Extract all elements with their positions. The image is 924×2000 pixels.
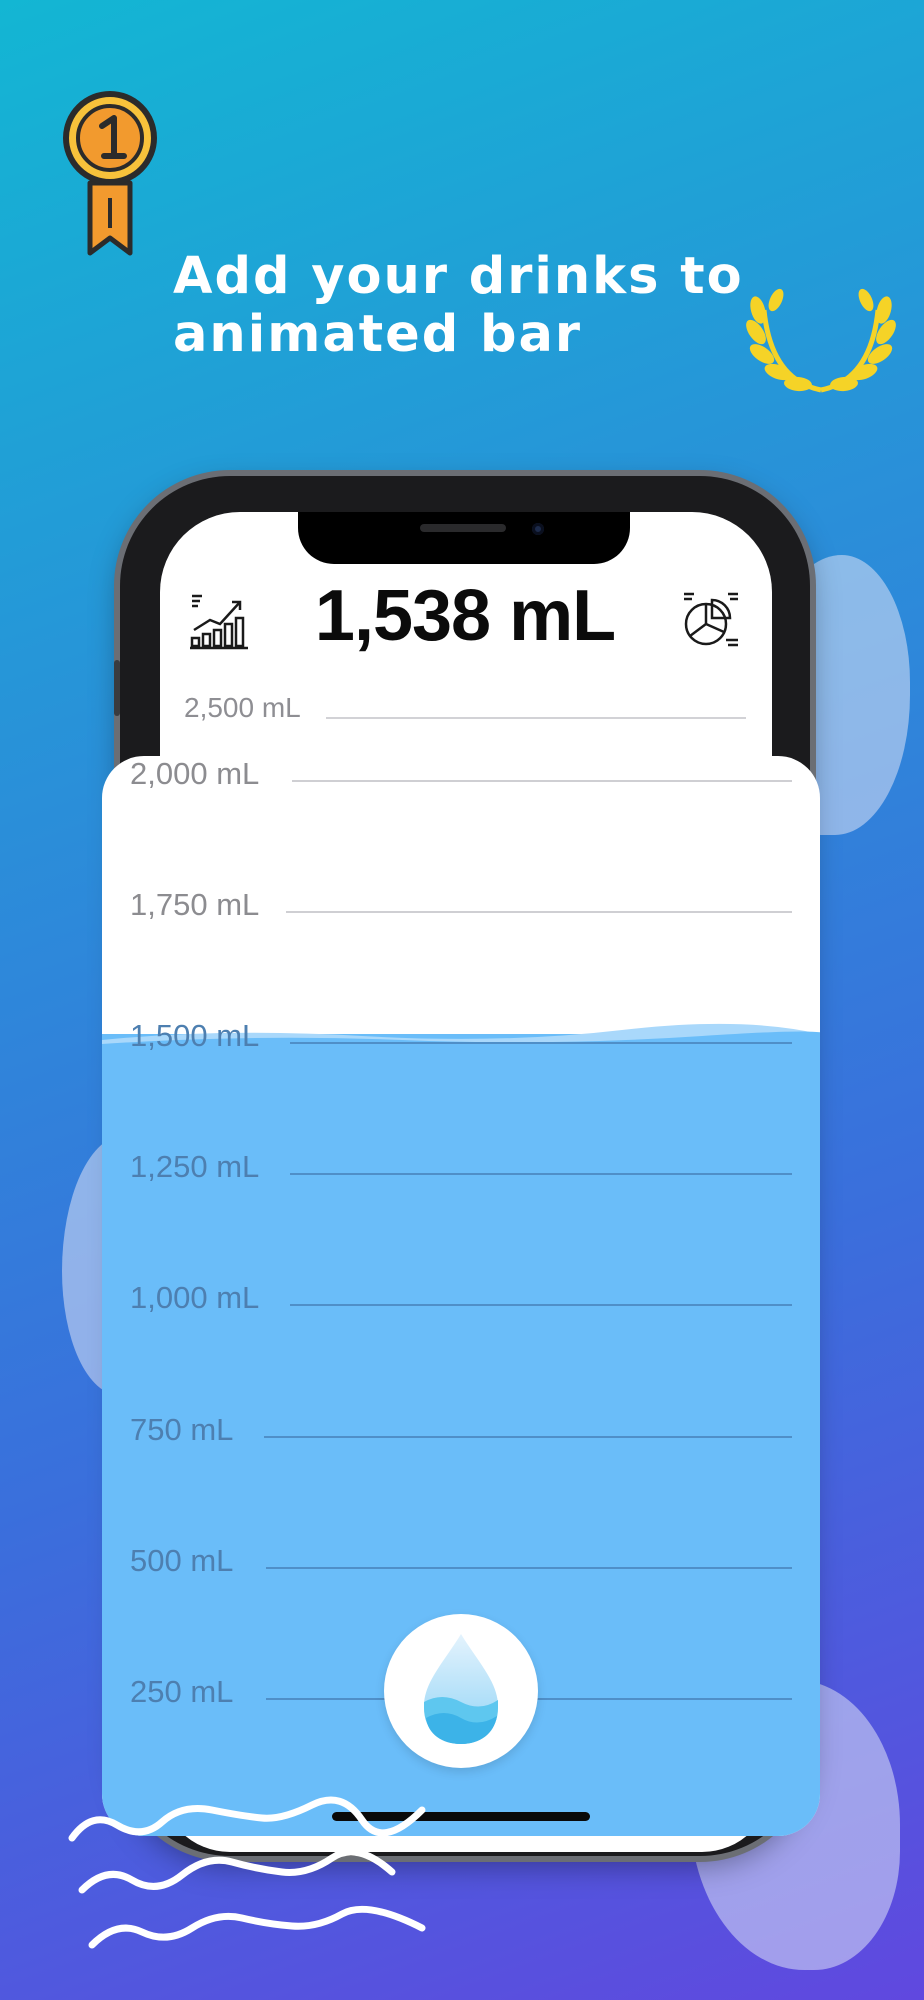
- scale-label: 750 mL: [130, 1412, 234, 1447]
- scale-label: 1,000 mL: [130, 1280, 260, 1315]
- add-drink-button[interactable]: [384, 1614, 538, 1768]
- phone-speaker: [420, 524, 506, 532]
- water-drop-icon: [424, 1634, 498, 1744]
- scale-line: [292, 780, 792, 782]
- scale-line: [264, 1436, 792, 1438]
- phone-notch: [298, 512, 630, 564]
- phone-side-button: [114, 660, 120, 716]
- scale-line: [326, 717, 746, 719]
- scale-label: 1,750 mL: [130, 887, 260, 922]
- medal-first-place-icon: [63, 91, 157, 256]
- scale-label: 2,000 mL: [130, 756, 260, 791]
- scale-tick-1000: 1,000 mL: [130, 1280, 792, 1320]
- daily-total: 1,538 mL: [314, 576, 616, 656]
- scale-line: [290, 1304, 792, 1306]
- headline-line-1: Add your drinks to: [173, 247, 744, 306]
- laurel-wreath-icon: [746, 288, 896, 393]
- headline: Add your drinks to animated bar: [173, 248, 753, 364]
- scale-line: [286, 911, 792, 913]
- scale-label: 250 mL: [130, 1674, 234, 1709]
- scale-tick-1500: 1,500 mL: [130, 1018, 792, 1058]
- scale-line: [290, 1173, 792, 1175]
- scale-tick-1250: 1,250 mL: [130, 1149, 792, 1189]
- decorative-squiggle: [68, 1796, 426, 1949]
- scale-label: 500 mL: [130, 1543, 234, 1578]
- scale-line: [290, 1042, 792, 1044]
- phone-camera: [532, 523, 544, 535]
- scale-tick-750: 750 mL: [130, 1412, 792, 1452]
- scale-label: 1,500 mL: [130, 1018, 260, 1053]
- scale-tick-1750: 1,750 mL: [130, 887, 792, 927]
- scale-label-2500: 2,500 mL: [184, 692, 301, 723]
- growth-chart-icon[interactable]: [188, 590, 250, 652]
- headline-line-2: animated bar: [173, 305, 583, 364]
- pie-chart-icon[interactable]: [680, 588, 742, 650]
- scale-tick-2000: 2,000 mL: [130, 756, 792, 796]
- scale-tick-500: 500 mL: [130, 1543, 792, 1583]
- scale-label: 1,250 mL: [130, 1149, 260, 1184]
- scale-line: [266, 1567, 792, 1569]
